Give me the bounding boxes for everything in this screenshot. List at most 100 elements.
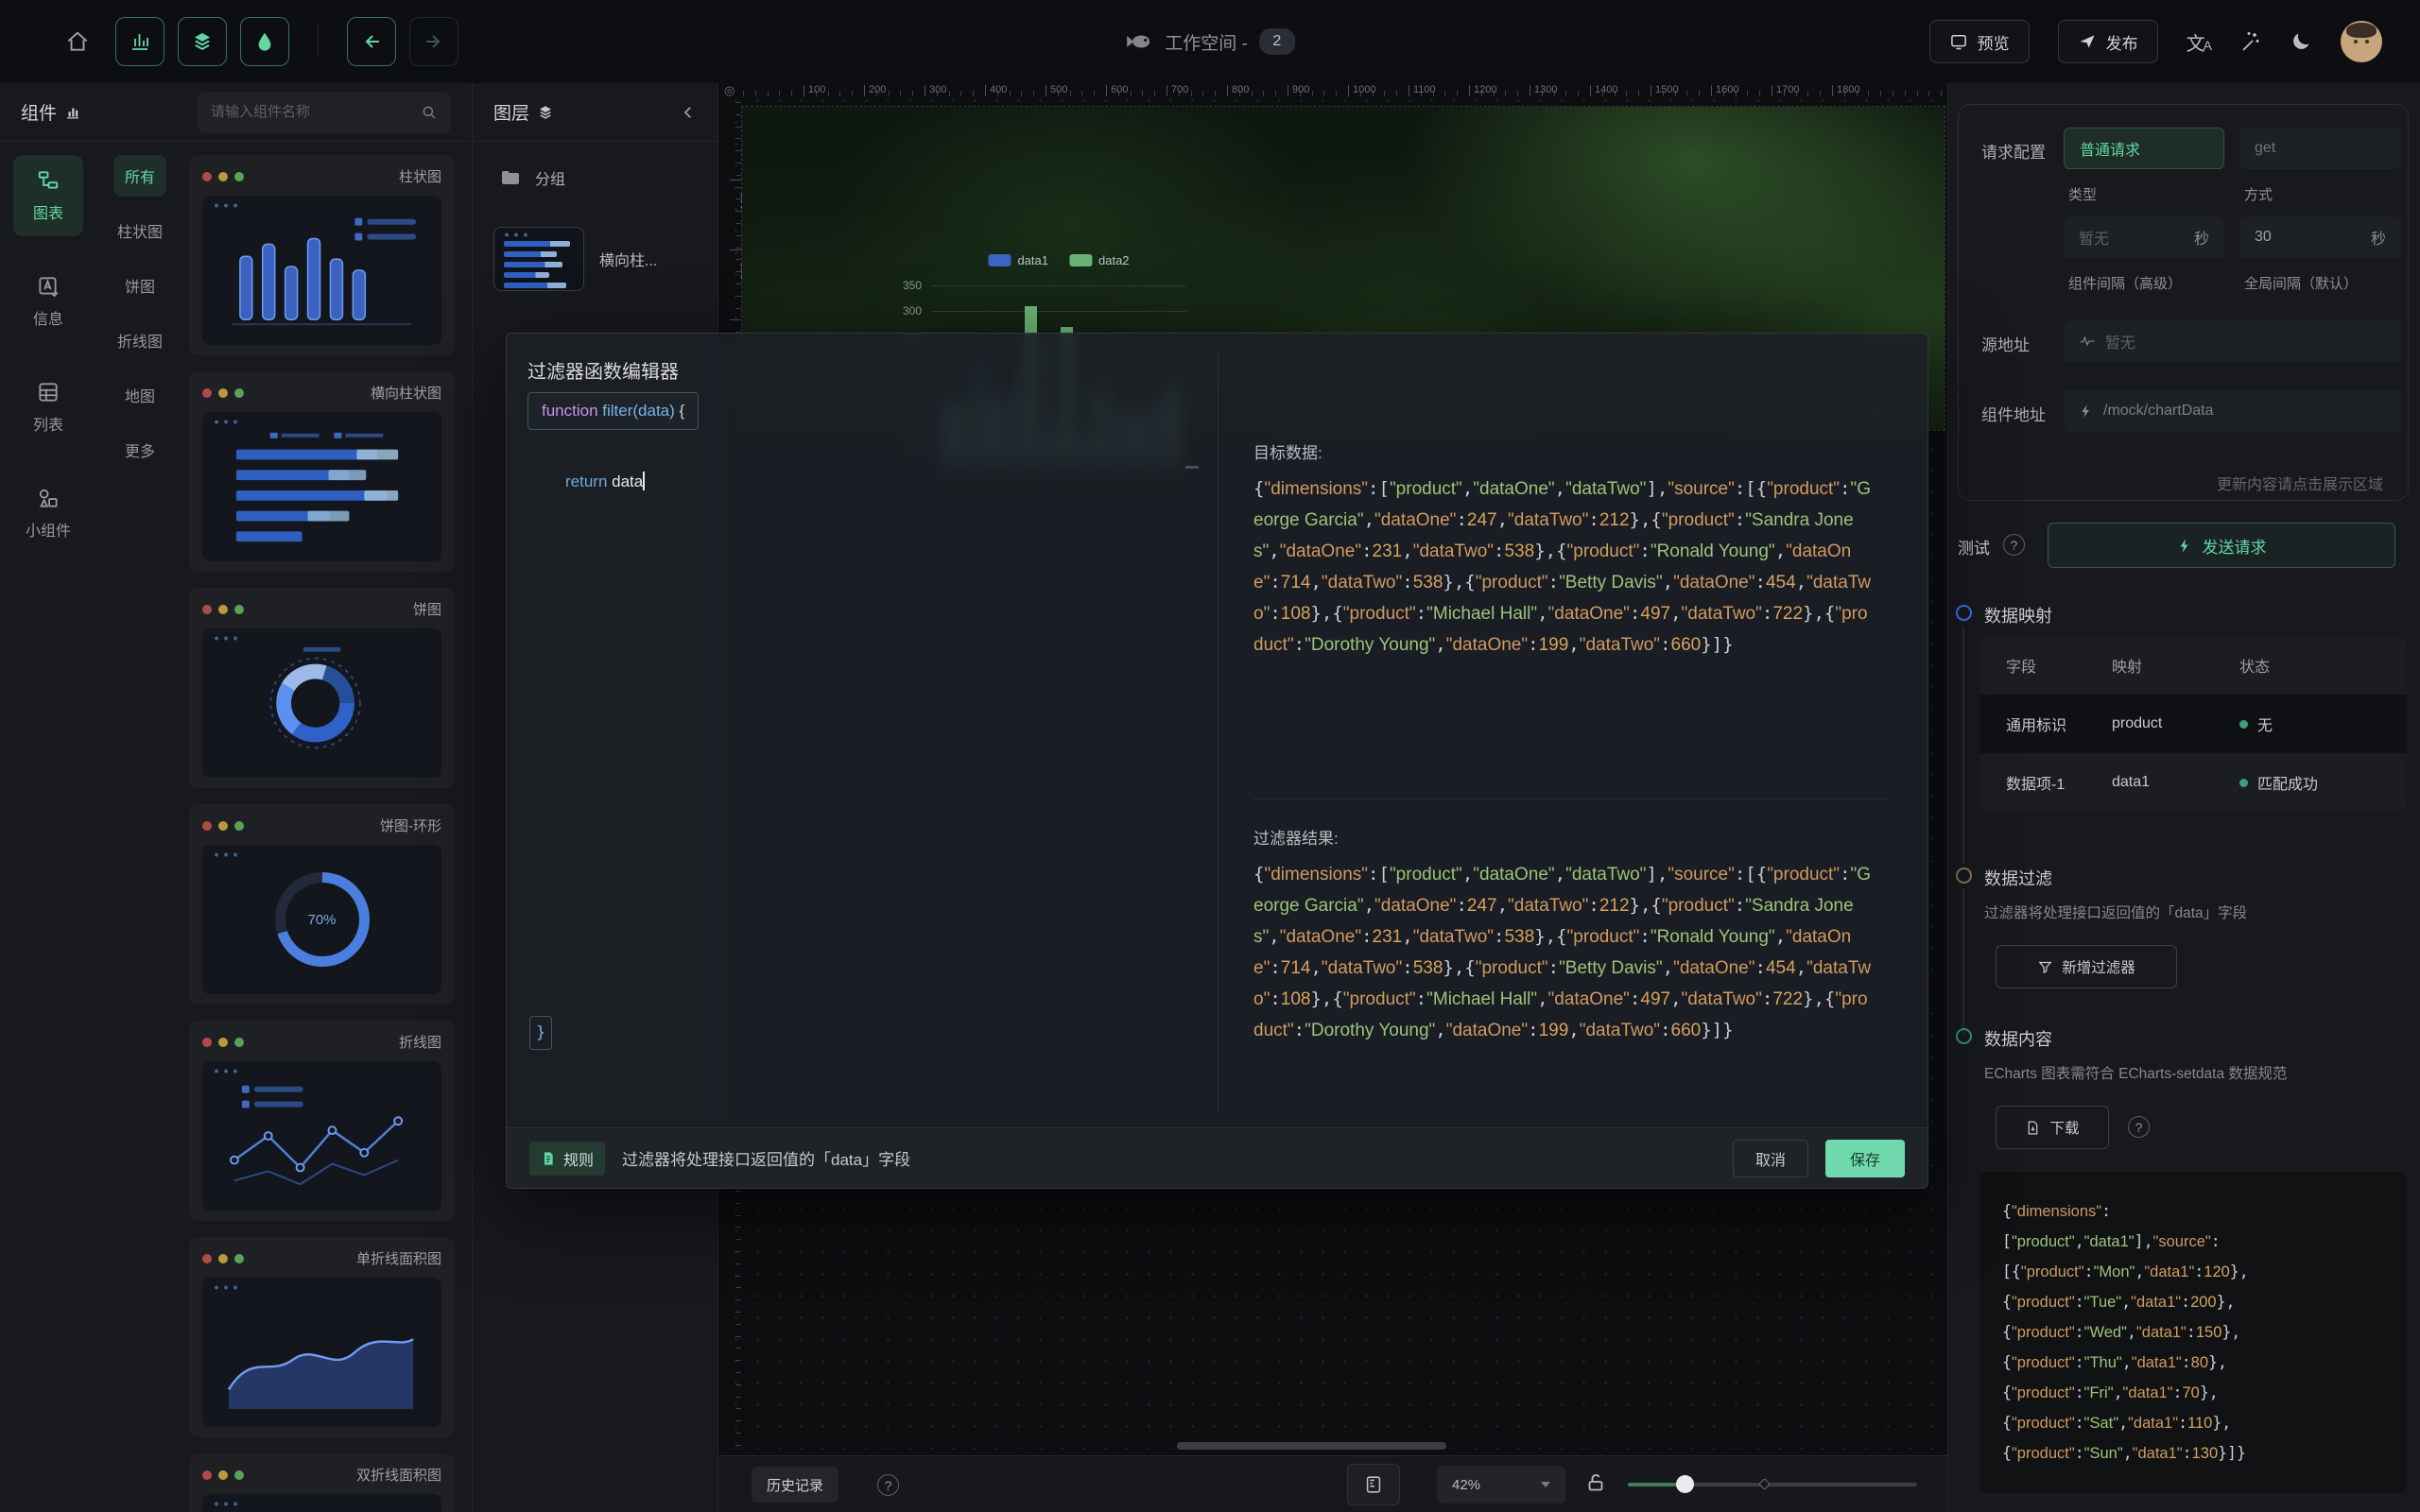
subcategory-more[interactable]: 更多 — [113, 429, 166, 471]
language-button[interactable]: 文A — [2187, 28, 2210, 56]
ruler-tick — [1917, 91, 1918, 96]
category-item-list[interactable]: 列表 — [13, 367, 83, 448]
send-request-button[interactable]: 发送请求 — [2048, 523, 2395, 568]
request-method-select[interactable]: get — [2239, 128, 2401, 169]
category-item-widgets[interactable]: 小组件 — [13, 472, 83, 554]
bar-chart-icon — [129, 30, 151, 53]
category-item-info[interactable]: 信息 — [13, 261, 83, 342]
ruler-label: 1200 — [1474, 84, 1496, 95]
component-card-area2[interactable]: 双折线面积图 — [189, 1453, 455, 1512]
collapse-panel-button[interactable] — [680, 104, 697, 121]
subcategory-pie[interactable]: 饼图 — [113, 265, 166, 306]
ruler-tick — [1444, 91, 1445, 96]
layer-item-hbar[interactable]: 横向柱... — [486, 219, 704, 299]
test-label: 测试 — [1958, 535, 1990, 558]
layers-tool-button[interactable] — [178, 17, 227, 66]
lock-toggle[interactable] — [1584, 1471, 1607, 1494]
history-help-icon[interactable]: ? — [877, 1474, 899, 1496]
category-rail: 图表 信息 列表 小组件 — [0, 142, 96, 1512]
workspace-title-group[interactable]: 工作空间 - 2 — [1125, 0, 1295, 83]
zoom-select[interactable]: 42% — [1437, 1466, 1565, 1503]
download-button[interactable]: 下载 — [1996, 1106, 2109, 1149]
magic-button[interactable] — [2238, 30, 2261, 53]
ruler-tick — [1699, 91, 1700, 96]
cancel-button[interactable]: 取消 — [1733, 1140, 1808, 1177]
card-label: 双折线面积图 — [356, 1465, 441, 1485]
zoom-slider[interactable] — [1628, 1483, 1917, 1486]
zoom-value: 42% — [1452, 1477, 1480, 1493]
legend-item-data2[interactable]: data2 — [1069, 253, 1130, 267]
chart-ytick-label: 300 — [903, 304, 922, 318]
subcategory-line[interactable]: 折线图 — [106, 319, 174, 361]
component-url-input[interactable]: /mock/chartData — [2064, 390, 2401, 432]
component-search[interactable] — [198, 92, 451, 133]
component-card-ring[interactable]: 饼图-环形 70% — [189, 804, 455, 1005]
chart-tool-button[interactable] — [115, 17, 164, 66]
subcategory-all[interactable]: 所有 — [113, 155, 166, 197]
redo-button[interactable] — [409, 17, 458, 66]
ruler-tick — [735, 150, 741, 151]
timeline-dot-mapping — [1956, 605, 1972, 621]
history-button[interactable]: 历史记录 — [752, 1467, 838, 1503]
ruler-tick — [735, 1324, 741, 1325]
subcategory-map[interactable]: 地图 — [113, 374, 166, 416]
search-icon — [421, 104, 438, 121]
ruler-tick — [735, 1299, 741, 1300]
component-card-pie[interactable]: 饼图 — [189, 588, 455, 788]
user-avatar[interactable] — [2341, 21, 2382, 62]
zoom-slider-thumb[interactable] — [1676, 1475, 1694, 1493]
download-help-icon[interactable]: ? — [2128, 1116, 2150, 1138]
mapping-row[interactable]: 通用标识 product 无 — [1979, 695, 2407, 753]
preview-button[interactable]: 预览 — [1929, 20, 2030, 63]
component-card-area[interactable]: 单折线面积图 — [189, 1237, 455, 1437]
shapes-icon — [36, 486, 60, 510]
save-button[interactable]: 保存 — [1825, 1140, 1905, 1177]
code-editor-line[interactable]: return data — [565, 472, 645, 491]
ruler-tick — [839, 91, 840, 96]
ruler-tick — [735, 114, 741, 115]
layers-panel-title: 图层 — [493, 99, 554, 125]
data-content-json[interactable]: {"dimensions": ["product","data1"],"sour… — [1979, 1172, 2407, 1493]
ruler-tick — [735, 296, 741, 297]
component-card-hbar[interactable]: 横向柱状图 — [189, 371, 455, 572]
ruler-tick — [735, 1239, 741, 1240]
add-filter-button[interactable]: 新增过滤器 — [1996, 945, 2177, 988]
request-type-select[interactable]: 普通请求 — [2064, 128, 2224, 169]
component-card-line[interactable]: 折线图 — [189, 1021, 455, 1221]
horizontal-scrollbar[interactable] — [1177, 1442, 1446, 1450]
ruler-tick — [949, 91, 950, 96]
layout-toggle-button[interactable] — [1347, 1464, 1400, 1505]
code-function-signature[interactable]: function filter(data) { — [527, 392, 699, 430]
test-help-icon[interactable]: ? — [2003, 534, 2025, 556]
layer-group-item[interactable]: 分组 — [473, 142, 717, 189]
component-card-bar[interactable]: 柱状图 — [189, 155, 455, 355]
ruler-tick — [735, 259, 741, 260]
ruler-tick — [791, 91, 792, 96]
component-search-input[interactable] — [211, 104, 413, 120]
theme-toggle-button[interactable] — [2290, 30, 2312, 53]
app-root: 工作空间 - 2 预览 发布 文A 组件 — [0, 0, 2420, 1512]
component-interval-input[interactable]: 暂无秒 — [2064, 216, 2224, 258]
layer-group-label: 分组 — [535, 166, 565, 189]
category-item-charts[interactable]: 图表 — [13, 155, 83, 236]
code-scrollbar[interactable] — [1185, 466, 1199, 469]
language-icon: 文A — [2187, 28, 2210, 56]
card-label: 饼图-环形 — [380, 816, 441, 835]
drop-tool-button[interactable] — [240, 17, 289, 66]
chevron-down-icon — [1541, 1482, 1550, 1487]
legend-item-data1[interactable]: data1 — [988, 253, 1048, 267]
subcategory-bar[interactable]: 柱状图 — [106, 210, 174, 251]
home-button[interactable] — [53, 17, 102, 66]
global-interval-input[interactable]: 30秒 — [2239, 216, 2401, 258]
category-label: 小组件 — [26, 518, 71, 541]
ruler-tick — [1033, 91, 1034, 96]
card-thumb-bar-chart — [202, 196, 441, 345]
mapping-row[interactable]: 数据项-1 data1 匹配成功 — [1979, 753, 2407, 812]
publish-button[interactable]: 发布 — [2058, 20, 2158, 63]
layers-small-icon — [537, 104, 554, 121]
modal-title: 过滤器函数编辑器 — [527, 356, 679, 384]
ruler-tick — [735, 1445, 741, 1446]
undo-button[interactable] — [347, 17, 396, 66]
source-url-label: 源地址 — [1981, 332, 2030, 355]
source-url-input[interactable]: 暂无 — [2064, 320, 2401, 362]
